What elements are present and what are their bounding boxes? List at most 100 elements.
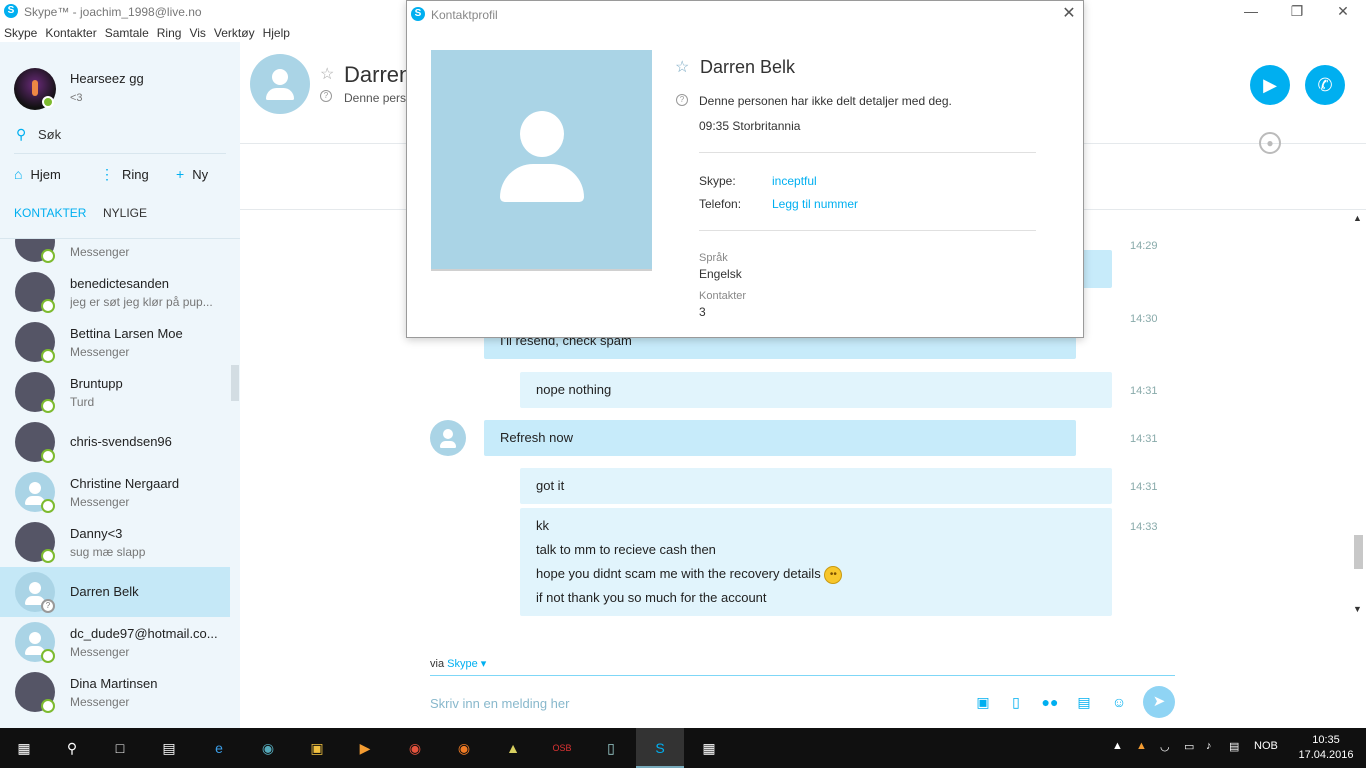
chevron-up-icon[interactable]: ▲ <box>1112 740 1123 752</box>
task-view-icon[interactable]: □ <box>108 736 132 760</box>
restore-button[interactable]: ❐ <box>1274 0 1320 24</box>
contact-list-item[interactable]: chris-svendsen96 <box>0 417 230 467</box>
search-field[interactable]: ⚲ Søk <box>14 126 226 154</box>
skype-icon[interactable]: S <box>648 736 672 760</box>
sender-avatar[interactable] <box>430 420 466 456</box>
conversation-subtitle: Denne perso <box>344 91 413 105</box>
keyboard-icon[interactable]: ▤ <box>1229 740 1239 753</box>
message-bubble[interactable]: Refresh now <box>484 420 1076 456</box>
contact-list: Beathe Danielsen Messenger benedictesanden… <box>0 239 230 728</box>
message-bubble[interactable]: nope nothing <box>520 372 1112 408</box>
chrome-icon[interactable]: ◉ <box>403 736 427 760</box>
globe-icon[interactable]: ● <box>1259 132 1281 154</box>
edge-icon[interactable]: e <box>207 736 231 760</box>
contact-list-scrollbar[interactable] <box>231 365 239 401</box>
close-button[interactable]: ✕ <box>1320 0 1366 24</box>
scroll-down-arrow-icon[interactable]: ▼ <box>1353 604 1362 614</box>
local-time: 09:35 Storbritannia <box>699 119 801 133</box>
message-bubble[interactable]: kk talk to mm to recieve cash then hope … <box>520 508 1112 616</box>
menu-contacts[interactable]: Kontakter <box>41 24 100 42</box>
menu-help[interactable]: Hjelp <box>259 24 294 42</box>
menu-tools[interactable]: Verktøy <box>210 24 259 42</box>
menu-view[interactable]: Vis <box>185 24 209 42</box>
home-button[interactable]: ⌂ Hjem <box>14 166 61 182</box>
taskbar-clock[interactable]: 10:35 17.04.2016 <box>1296 733 1356 763</box>
dialpad-icon: ⋮ <box>100 166 114 182</box>
online-status-icon <box>41 649 55 663</box>
skype-name-link[interactable]: inceptful <box>772 174 817 188</box>
wifi-icon[interactable]: ◡ <box>1160 740 1170 753</box>
store-icon[interactable]: ▤ <box>157 736 181 760</box>
avatar-placeholder-icon <box>443 429 453 439</box>
contact-mood: Messenger <box>70 345 130 359</box>
new-label: Ny <box>192 167 209 182</box>
scrollbar-thumb[interactable] <box>1354 535 1363 569</box>
chevron-down-icon[interactable]: ▾ <box>481 658 487 670</box>
menu-call[interactable]: Ring <box>153 24 186 42</box>
minimize-button[interactable]: — <box>1228 0 1274 24</box>
favorite-star-icon[interactable]: ☆ <box>675 57 689 77</box>
contact-list-item[interactable]: Bettina Larsen Moe Messenger <box>0 317 230 367</box>
chat-scrollbar[interactable]: ▲ ▼ <box>1350 210 1366 620</box>
video-message-icon[interactable]: ●● <box>1039 692 1061 712</box>
contact-list-item[interactable]: Dina Martinsen Messenger <box>0 667 230 717</box>
file-explorer-icon[interactable]: ▣ <box>305 736 329 760</box>
contact-list-item[interactable]: Christine Nergaard Messenger <box>0 467 230 517</box>
send-image-icon[interactable]: ▣ <box>972 692 994 712</box>
video-call-button[interactable]: ▶ <box>1250 65 1290 105</box>
clock-date: 17.04.2016 <box>1298 749 1354 761</box>
battery-icon[interactable]: ▭ <box>1184 740 1194 753</box>
avatar-placeholder-body <box>440 441 456 448</box>
online-status-icon <box>41 549 55 563</box>
menu-conversation[interactable]: Samtale <box>101 24 153 42</box>
message-text: talk to mm to recieve cash then <box>536 542 716 557</box>
profile-picture <box>431 50 652 271</box>
notes-icon[interactable]: ▲ <box>501 736 525 760</box>
send-button[interactable]: ➤ <box>1143 686 1175 718</box>
language-indicator[interactable]: NOB <box>1254 740 1278 752</box>
contact-list-item[interactable]: Bruntupp Turd <box>0 367 230 417</box>
dialog-close-button[interactable]: ✕ <box>1059 4 1079 24</box>
windows-taskbar: ▦ ⚲ □ ▤ e ◉ ▣ ▶ ◉ ◉ ▲ OSB ▯ S ▦ ▲ ▲ ◡ ▭ … <box>0 728 1366 768</box>
conversation-avatar[interactable] <box>250 54 310 114</box>
notepad-icon[interactable]: ▯ <box>599 736 623 760</box>
photos-icon[interactable]: ◉ <box>256 736 280 760</box>
add-number-link[interactable]: Legg til nummer <box>772 197 858 211</box>
dialpad-button[interactable]: ⋮ Ring <box>100 166 149 183</box>
home-icon: ⌂ <box>14 166 23 182</box>
media-player-icon[interactable]: ▶ <box>353 736 377 760</box>
conversation-name[interactable]: Darren <box>344 62 411 88</box>
search-icon[interactable]: ⚲ <box>60 736 84 760</box>
emoticons-icon[interactable]: ☺ <box>1108 692 1130 712</box>
via-selector[interactable]: via Skype ▾ <box>430 657 486 670</box>
via-service[interactable]: Skype <box>447 658 478 670</box>
compose-divider <box>430 675 1175 676</box>
plus-icon: + <box>176 166 185 182</box>
contact-name: benedictesanden <box>70 276 170 291</box>
avast-icon[interactable]: ▲ <box>1136 740 1147 752</box>
osb-icon[interactable]: OSB <box>550 736 574 760</box>
online-status-icon <box>41 399 55 413</box>
contact-list-item[interactable]: dc_dude97@hotmail.co... Messenger <box>0 617 230 667</box>
volume-icon[interactable]: ♪ <box>1206 740 1212 752</box>
new-button[interactable]: + Ny <box>176 166 208 182</box>
contact-list-item[interactable]: ? Darren Belk <box>0 567 230 617</box>
message-input[interactable] <box>430 694 950 712</box>
scroll-up-arrow-icon[interactable]: ▲ <box>1353 213 1362 223</box>
firefox-icon[interactable]: ◉ <box>452 736 476 760</box>
tab-contacts[interactable]: KONTAKTER <box>14 206 86 220</box>
voice-call-button[interactable]: ✆ <box>1305 65 1345 105</box>
calculator-icon[interactable]: ▦ <box>697 736 721 760</box>
dialog-title: Kontaktprofil <box>431 8 498 22</box>
dialog-divider <box>699 230 1036 231</box>
favorite-star-icon[interactable]: ☆ <box>320 64 334 84</box>
contact-list-item[interactable]: Danny<3 sug mæ slapp <box>0 517 230 567</box>
start-icon[interactable]: ▦ <box>12 736 36 760</box>
contact-list-item[interactable]: Beathe Danielsen Messenger <box>0 239 230 267</box>
tab-recent[interactable]: NYLIGE <box>103 206 147 220</box>
message-bubble[interactable]: got it <box>520 468 1112 504</box>
send-file-icon[interactable]: ▯ <box>1005 692 1027 712</box>
menu-skype[interactable]: Skype <box>0 24 41 42</box>
contact-list-item[interactable]: benedictesanden jeg er søt jeg klør på pu… <box>0 267 230 317</box>
send-contacts-icon[interactable]: ▤ <box>1073 692 1095 712</box>
